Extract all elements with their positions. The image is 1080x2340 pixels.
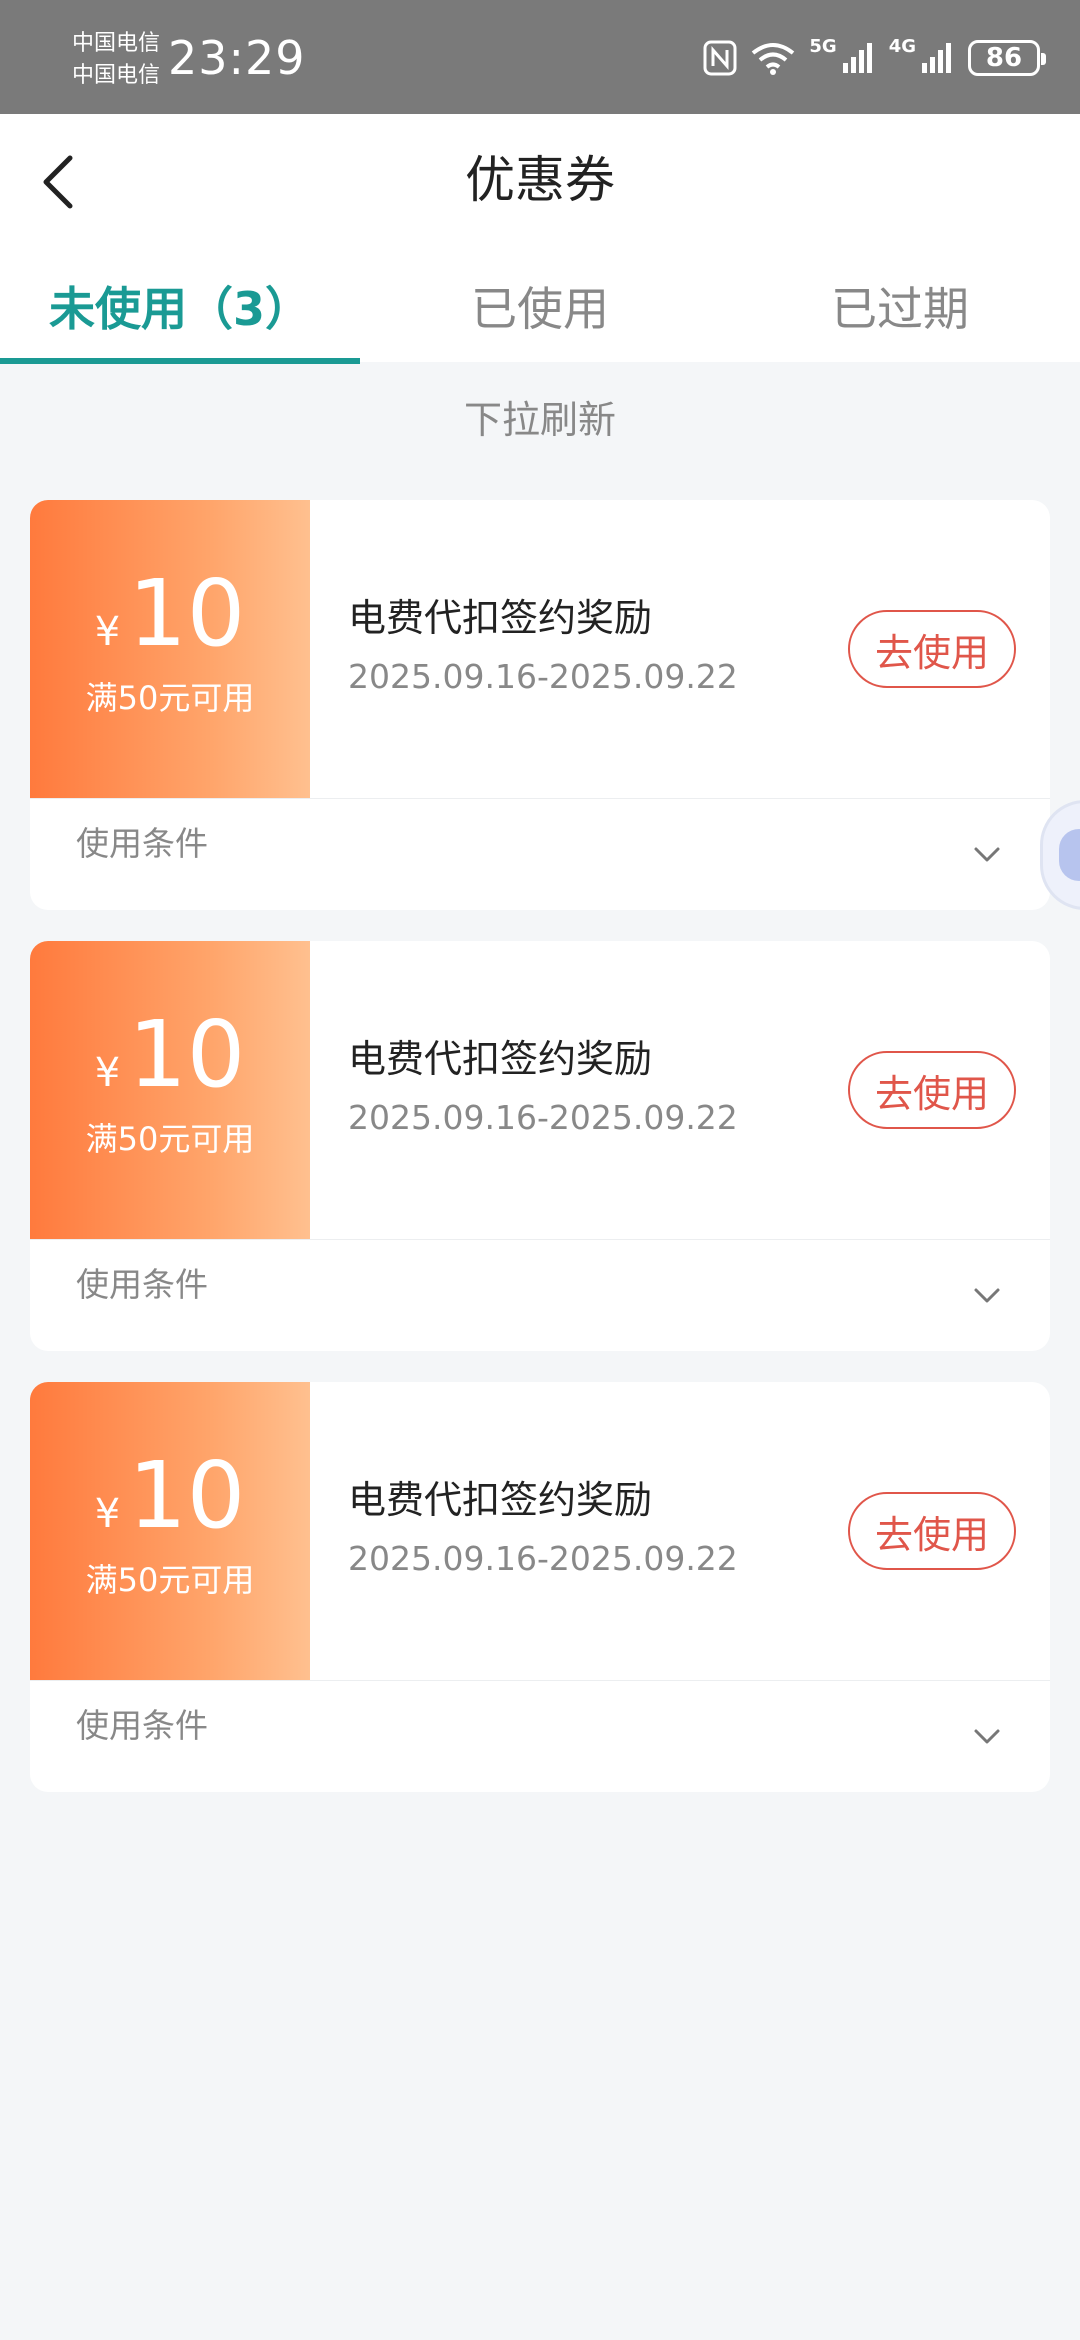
tab-unused[interactable]: 未使用（3） <box>0 244 360 364</box>
coupon-condition: 满50元可用 <box>85 1561 255 1599</box>
currency-symbol: ¥ <box>94 609 121 655</box>
coupon-amount-line: ¥ 10 <box>30 564 310 664</box>
coupon-main: ¥ 10 满50元可用 电费代扣签约奖励 2025.09.16-2025.09.… <box>30 1382 1050 1680</box>
status-bar: 中国电信 中国电信 23:29 5G 4G 86 <box>0 0 1080 114</box>
nfc-icon <box>703 40 737 76</box>
usage-terms-label: 使用条件 <box>76 1265 208 1304</box>
signal-icon <box>842 43 872 73</box>
coupon-title: 电费代扣签约奖励 <box>348 1037 653 1081</box>
chevron-down-icon <box>974 1288 1000 1303</box>
coupon-card: ¥ 10 满50元可用 电费代扣签约奖励 2025.09.16-2025.09.… <box>30 500 1050 910</box>
coupon-amount-line: ¥ 10 <box>30 1005 310 1105</box>
usage-terms-label: 使用条件 <box>76 1706 208 1745</box>
battery-level: 86 <box>985 43 1023 73</box>
coupon-amount: 10 <box>128 1001 246 1108</box>
currency-symbol: ¥ <box>94 1491 121 1537</box>
chevron-down-icon <box>974 847 1000 862</box>
chevron-down-icon <box>974 1729 1000 1744</box>
usage-terms-row[interactable]: 使用条件 <box>30 1680 1050 1792</box>
network-5g-label: 5G <box>809 36 837 57</box>
usage-terms-label: 使用条件 <box>76 824 208 863</box>
assistant-icon <box>1059 829 1080 881</box>
use-coupon-button[interactable]: 去使用 <box>848 610 1016 688</box>
currency-symbol: ¥ <box>94 1050 121 1096</box>
coupon-title: 电费代扣签约奖励 <box>348 1478 653 1522</box>
coupon-date-range: 2025.09.16-2025.09.22 <box>348 1098 738 1137</box>
coupon-amount-line: ¥ 10 <box>30 1446 310 1546</box>
pull-refresh-hint: 下拉刷新 <box>463 398 616 442</box>
network-4g-label: 4G <box>888 36 916 57</box>
coupon-main: ¥ 10 满50元可用 电费代扣签约奖励 2025.09.16-2025.09.… <box>30 500 1050 798</box>
coupon-title: 电费代扣签约奖励 <box>348 596 653 640</box>
header: 优惠券 <box>0 114 1080 244</box>
usage-terms-row[interactable]: 使用条件 <box>30 798 1050 910</box>
tab-bar: 未使用（3） 已使用 已过期 <box>0 244 1080 364</box>
status-time: 23:29 <box>168 31 306 85</box>
use-coupon-button[interactable]: 去使用 <box>848 1492 1016 1570</box>
carrier-stack: 中国电信 中国电信 <box>72 28 160 92</box>
coupon-amount-block: ¥ 10 满50元可用 <box>30 941 310 1239</box>
carrier-label-1: 中国电信 <box>72 31 161 56</box>
wifi-icon <box>752 43 795 75</box>
coupon-amount: 10 <box>128 1442 246 1549</box>
use-coupon-button[interactable]: 去使用 <box>848 1051 1016 1129</box>
coupon-date-range: 2025.09.16-2025.09.22 <box>348 657 738 696</box>
signal-icon <box>922 43 951 73</box>
page-title: 优惠券 <box>465 151 615 209</box>
battery-indicator: 86 <box>968 40 1046 76</box>
coupon-condition: 满50元可用 <box>85 679 255 717</box>
coupon-condition: 满50元可用 <box>85 1120 255 1158</box>
usage-terms-row[interactable]: 使用条件 <box>30 1239 1050 1351</box>
coupon-amount: 10 <box>128 560 246 667</box>
coupon-card: ¥ 10 满50元可用 电费代扣签约奖励 2025.09.16-2025.09.… <box>30 1382 1050 1792</box>
coupon-amount-block: ¥ 10 满50元可用 <box>30 1382 310 1680</box>
coupon-card: ¥ 10 满50元可用 电费代扣签约奖励 2025.09.16-2025.09.… <box>30 941 1050 1351</box>
status-icons: 5G 4G 86 <box>703 36 1046 80</box>
carrier-label-2: 中国电信 <box>72 63 161 88</box>
coupon-amount-block: ¥ 10 满50元可用 <box>30 500 310 798</box>
coupon-date-range: 2025.09.16-2025.09.22 <box>348 1539 738 1578</box>
tab-expired[interactable]: 已过期 <box>720 244 1080 362</box>
coupon-main: ¥ 10 满50元可用 电费代扣签约奖励 2025.09.16-2025.09.… <box>30 941 1050 1239</box>
tab-used[interactable]: 已使用 <box>360 244 720 362</box>
